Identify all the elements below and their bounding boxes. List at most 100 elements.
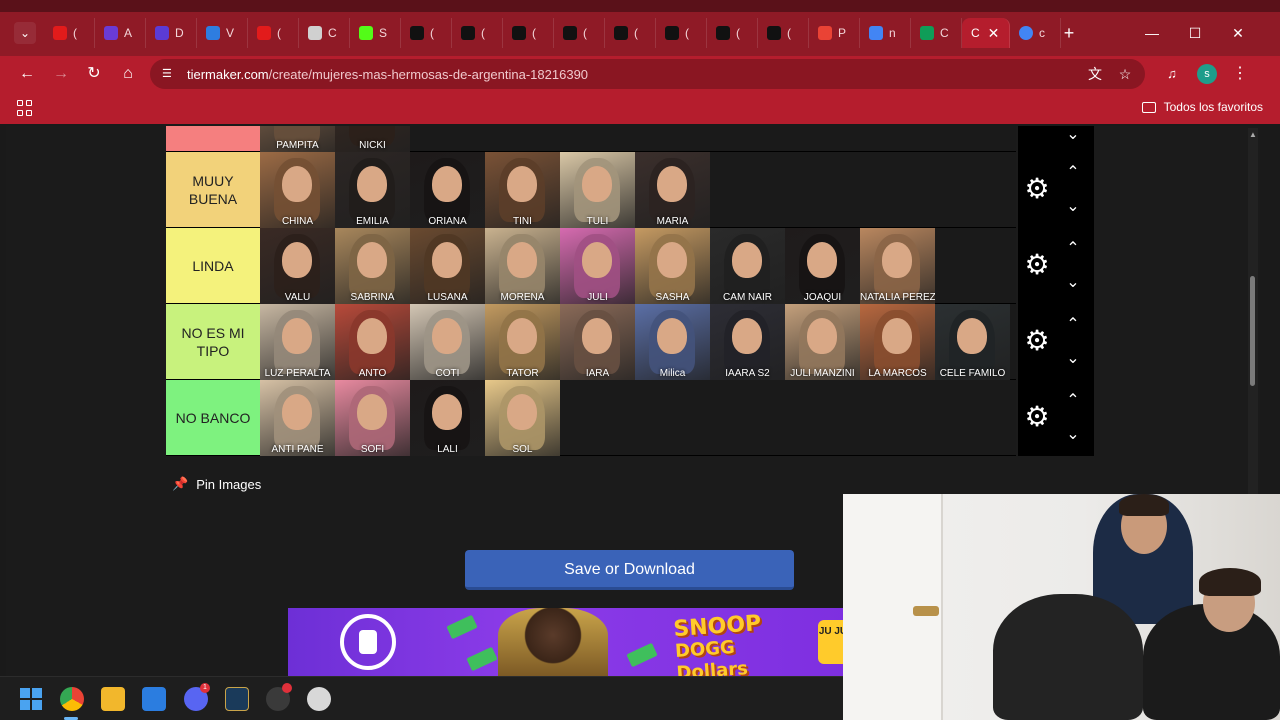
chrome-icon[interactable] — [60, 687, 84, 711]
scroll-up-arrow-icon[interactable]: ▲ — [1249, 130, 1257, 139]
store-icon[interactable] — [142, 687, 166, 711]
chevron-down-icon[interactable]: ⌄ — [1062, 350, 1084, 368]
tier-image[interactable]: TINI — [485, 152, 560, 228]
forward-arrow-icon[interactable]: → — [49, 62, 73, 86]
site-info-icon[interactable]: ☰ — [162, 67, 176, 81]
browser-tab[interactable]: ( — [503, 18, 554, 48]
scrollbar-thumb[interactable] — [1250, 276, 1255, 386]
tier-image[interactable]: PAMPITA — [260, 126, 335, 152]
tier-image[interactable]: ANTO — [335, 304, 410, 380]
tier-image[interactable]: SOFI — [335, 380, 410, 456]
browser-tab[interactable]: P — [809, 18, 860, 48]
profile-avatar[interactable]: s — [1197, 64, 1217, 84]
tier-image[interactable]: LUZ PERALTA — [260, 304, 335, 380]
bookmark-star-icon[interactable]: ☆ — [1116, 65, 1134, 83]
chevron-up-icon[interactable]: ⌃ — [1062, 316, 1084, 334]
minimize-button[interactable]: — — [1132, 18, 1172, 48]
tier-label[interactable]: NO BANCO — [166, 380, 260, 455]
tier-image[interactable]: LUSANA — [410, 228, 485, 304]
file-explorer-icon[interactable] — [101, 687, 125, 711]
browser-tab[interactable]: ( — [707, 18, 758, 48]
menu-kebab-icon[interactable]: ⋮ — [1228, 62, 1252, 86]
browser-tab[interactable]: ( — [758, 18, 809, 48]
chevron-up-icon[interactable]: ⌃ — [1062, 392, 1084, 410]
tier-image[interactable]: JULI MANZINI — [785, 304, 860, 380]
gear-icon[interactable]: ⚙ — [1022, 174, 1052, 204]
tier-image[interactable]: IAARA S2 — [710, 304, 785, 380]
tier-image[interactable]: ORIANA — [410, 152, 485, 228]
tier-label[interactable]: NO ES MI TIPO — [166, 304, 260, 379]
browser-tab[interactable]: S — [350, 18, 401, 48]
gear-icon[interactable]: ⚙ — [1022, 402, 1052, 432]
apps-grid-icon[interactable] — [17, 100, 33, 116]
browser-tab[interactable]: C — [299, 18, 350, 48]
chevron-down-icon[interactable]: ⌄ — [1062, 198, 1084, 216]
tier-image[interactable]: ANTI PANE — [260, 380, 335, 456]
browser-tab[interactable]: ( — [248, 18, 299, 48]
tier-image[interactable]: MARIA — [635, 152, 710, 228]
tier-image[interactable]: IARA — [560, 304, 635, 380]
browser-tab[interactable]: ( — [656, 18, 707, 48]
tier-image[interactable]: NICKI — [335, 126, 410, 152]
maximize-button[interactable]: ☐ — [1175, 18, 1215, 48]
browser-tab[interactable]: ( — [401, 18, 452, 48]
address-bar[interactable]: ☰ tiermaker.com/create/mujeres-mas-hermo… — [150, 59, 1145, 89]
tier-image[interactable]: COTI — [410, 304, 485, 380]
tier-image[interactable]: CELE FAMILO — [935, 304, 1010, 380]
gear-icon[interactable]: ⚙ — [1022, 326, 1052, 356]
tier-image[interactable]: Milica — [635, 304, 710, 380]
tier-label[interactable]: LINDA — [166, 228, 260, 303]
chevron-down-icon[interactable]: ⌄ — [1062, 274, 1084, 292]
browser-tab[interactable]: D — [146, 18, 197, 48]
browser-tab[interactable]: ( — [554, 18, 605, 48]
tier-label[interactable] — [166, 126, 260, 151]
chevron-up-icon[interactable]: ⌃ — [1062, 164, 1084, 182]
tier-image[interactable]: JULI — [560, 228, 635, 304]
pin-images-toggle[interactable]: 📌 Pin Images — [172, 476, 261, 492]
browser-tab[interactable]: V — [197, 18, 248, 48]
tier-image[interactable]: MORENA — [485, 228, 560, 304]
tier-image[interactable]: VALU — [260, 228, 335, 304]
windows-start-icon[interactable] — [20, 688, 42, 710]
browser-tab[interactable]: n — [860, 18, 911, 48]
browser-tab[interactable]: ( — [452, 18, 503, 48]
app-icon[interactable] — [307, 687, 331, 711]
url-text[interactable]: tiermaker.com/create/mujeres-mas-hermosa… — [187, 67, 588, 82]
browser-tab-active[interactable]: C ✕ — [962, 18, 1010, 48]
close-tab-icon[interactable]: ✕ — [988, 25, 1000, 42]
tier-image[interactable]: TULI — [560, 152, 635, 228]
browser-tab[interactable]: C — [911, 18, 962, 48]
new-tab-button[interactable]: + — [1058, 22, 1080, 44]
browser-tab[interactable]: ( — [44, 18, 95, 48]
tab-search-icon[interactable]: ⌄ — [14, 22, 36, 44]
league-icon[interactable] — [225, 687, 249, 711]
tier-image[interactable]: LALI — [410, 380, 485, 456]
all-bookmarks-button[interactable]: Todos los favoritos — [1141, 100, 1263, 114]
translate-icon[interactable]: 文 — [1086, 65, 1104, 83]
chevron-down-icon[interactable]: ⌄ — [1062, 426, 1084, 444]
browser-tab[interactable]: A — [95, 18, 146, 48]
tier-image[interactable]: TATOR — [485, 304, 560, 380]
tier-image[interactable]: CHINA — [260, 152, 335, 228]
chevron-up-icon[interactable]: ⌃ — [1062, 240, 1084, 258]
media-control-icon[interactable]: ♫ — [1160, 62, 1184, 86]
browser-tab[interactable]: ( — [605, 18, 656, 48]
tier-image[interactable]: CAM NAIR — [710, 228, 785, 304]
tier-image[interactable]: LA MARCOS — [860, 304, 935, 380]
close-window-button[interactable]: ✕ — [1218, 18, 1258, 48]
chevron-down-icon[interactable]: ⌄ — [1062, 126, 1084, 144]
reload-icon[interactable]: ↻ — [82, 62, 106, 86]
tier-label[interactable]: MUUY BUENA — [166, 152, 260, 227]
gear-icon[interactable]: ⚙ — [1022, 250, 1052, 280]
tier-image[interactable]: SASHA — [635, 228, 710, 304]
browser-tab[interactable]: c — [1010, 18, 1061, 48]
save-or-download-button[interactable]: Save or Download — [465, 550, 794, 590]
tier-image[interactable]: EMILIA — [335, 152, 410, 228]
back-arrow-icon[interactable]: ← — [15, 62, 39, 86]
tier-image[interactable]: JOAQUI — [785, 228, 860, 304]
tier-image[interactable]: SOL — [485, 380, 560, 456]
home-icon[interactable]: ⌂ — [116, 62, 140, 86]
tier-image[interactable]: NATALIA PEREZ — [860, 228, 935, 304]
tier-image[interactable]: SABRINA — [335, 228, 410, 304]
ad-banner[interactable]: SNOOP DOGG Dollars JU JU — [288, 608, 848, 676]
